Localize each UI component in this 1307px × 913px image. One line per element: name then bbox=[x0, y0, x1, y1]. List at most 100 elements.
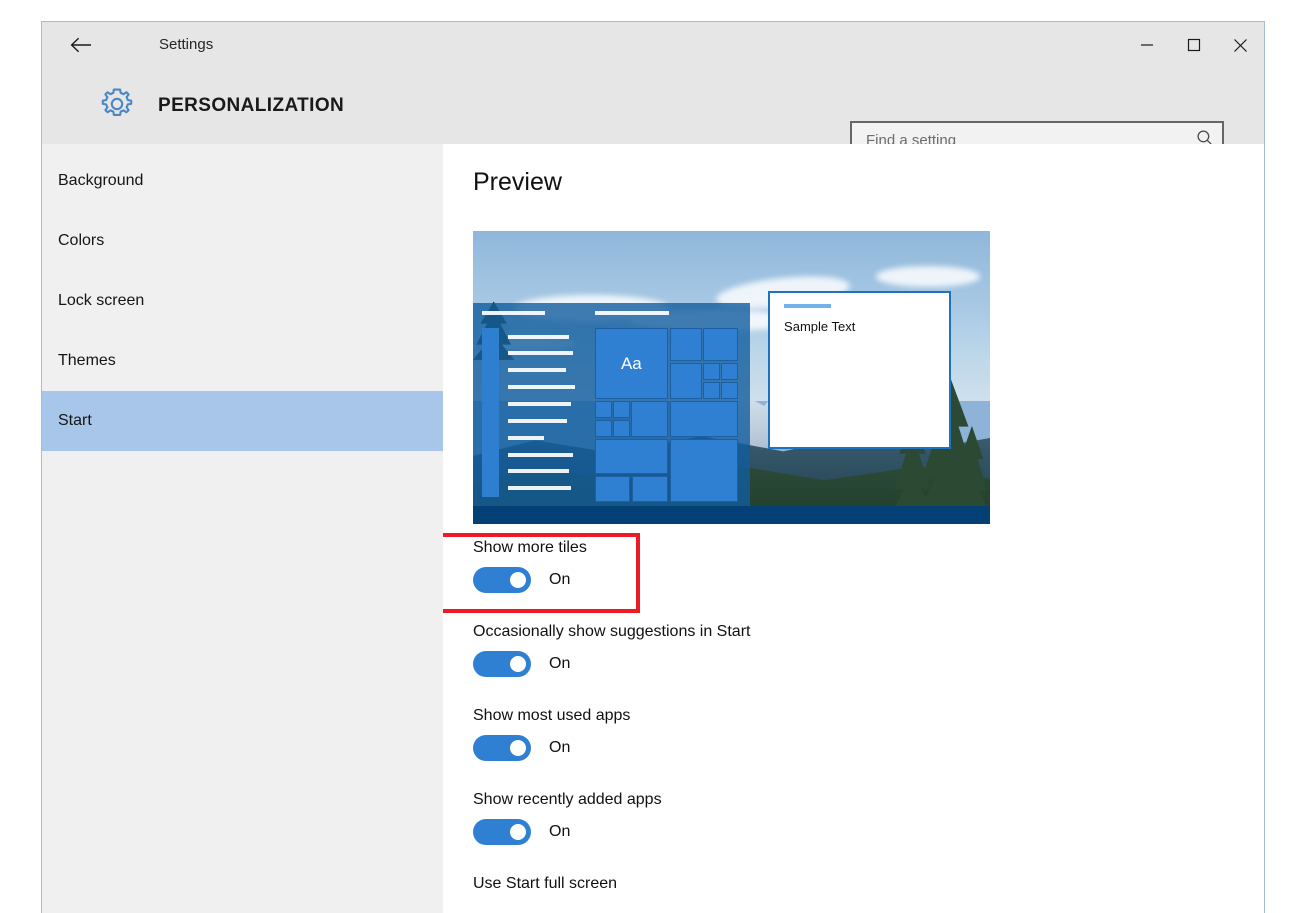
sidebar-item-label: Start bbox=[58, 412, 92, 429]
start-preview-image: Aa Sample Text bbox=[473, 231, 990, 524]
maximize-button[interactable] bbox=[1170, 22, 1217, 68]
back-button[interactable] bbox=[58, 22, 104, 68]
app-list-item bbox=[481, 446, 587, 464]
window-body: Background Colors Lock screen Themes Sta… bbox=[42, 144, 1264, 913]
preview-heading: Preview bbox=[473, 168, 562, 196]
start-tile-small bbox=[721, 381, 738, 399]
maximize-icon bbox=[1187, 38, 1201, 52]
sidebar-item-label: Background bbox=[58, 172, 144, 189]
app-list-item bbox=[481, 412, 587, 430]
toggle-occasionally-show-suggestions[interactable] bbox=[473, 651, 531, 677]
start-tile-large: Aa bbox=[594, 328, 669, 399]
cloud-shape bbox=[876, 266, 980, 287]
toggle-row: On bbox=[473, 819, 1013, 845]
title-bar: Settings bbox=[42, 22, 1264, 68]
sidebar-item-start[interactable]: Start bbox=[42, 391, 443, 451]
app-icon-placeholder bbox=[481, 462, 499, 480]
gear-icon bbox=[98, 85, 136, 123]
start-tile-small bbox=[612, 420, 630, 438]
accent-bar bbox=[784, 303, 831, 309]
sidebar-item-label: Lock screen bbox=[58, 292, 145, 309]
app-icon-placeholder bbox=[481, 328, 499, 346]
app-title: Settings bbox=[159, 36, 214, 53]
app-label-placeholder bbox=[507, 469, 569, 474]
back-arrow-icon bbox=[70, 37, 92, 53]
app-icon-placeholder bbox=[481, 429, 499, 447]
setting-label: Occasionally show suggestions in Start bbox=[473, 623, 751, 640]
setting-show-most-used-apps: Show most used apps On bbox=[473, 707, 1013, 761]
app-list-item bbox=[481, 378, 587, 396]
setting-occasionally-show-suggestions: Occasionally show suggestions in Start O… bbox=[473, 623, 1013, 677]
app-list-item bbox=[481, 479, 587, 497]
start-tile-medium bbox=[594, 475, 630, 503]
setting-label: Show most used apps bbox=[473, 707, 631, 724]
settings-window: Settings PERSONALIZATION Find a setting … bbox=[41, 21, 1265, 913]
sidebar-item-colors[interactable]: Colors bbox=[42, 211, 443, 271]
toggle-row: On bbox=[473, 651, 1013, 677]
start-tile-grid: Aa bbox=[594, 310, 739, 503]
start-menu-mock: Aa bbox=[473, 302, 750, 507]
app-list-item bbox=[481, 429, 587, 447]
app-list-item bbox=[481, 344, 587, 362]
app-label-placeholder bbox=[507, 368, 566, 373]
sidebar-item-lock-screen[interactable]: Lock screen bbox=[42, 271, 443, 331]
app-icon-placeholder bbox=[481, 378, 499, 396]
app-label-placeholder bbox=[507, 418, 567, 423]
app-label-placeholder bbox=[507, 435, 544, 440]
setting-label: Show recently added apps bbox=[473, 791, 662, 808]
start-tile-medium bbox=[670, 328, 702, 361]
app-icon-placeholder bbox=[481, 395, 499, 413]
toggle-state-label: On bbox=[549, 571, 571, 588]
app-list-header-line bbox=[481, 310, 545, 315]
sidebar-item-label: Colors bbox=[58, 232, 105, 249]
app-list-item bbox=[481, 462, 587, 480]
app-icon-placeholder bbox=[481, 344, 499, 362]
sidebar-item-background[interactable]: Background bbox=[42, 151, 443, 211]
toggle-state-label: On bbox=[549, 739, 571, 756]
window-controls bbox=[1123, 22, 1264, 68]
start-tile-small bbox=[594, 400, 612, 419]
app-label-placeholder bbox=[507, 402, 571, 406]
toggle-show-more-tiles[interactable] bbox=[473, 567, 531, 593]
sample-window-mock: Sample Text bbox=[767, 291, 952, 450]
sidebar-item-label: Themes bbox=[58, 352, 116, 369]
page-title: PERSONALIZATION bbox=[158, 95, 345, 116]
sample-window-text: Sample Text bbox=[784, 319, 856, 335]
minimize-button[interactable] bbox=[1123, 22, 1170, 68]
start-tile-wide bbox=[670, 400, 738, 438]
toggle-row: On bbox=[473, 735, 1013, 761]
app-icon-placeholder bbox=[481, 446, 499, 464]
toggle-show-most-used-apps[interactable] bbox=[473, 735, 531, 761]
app-icon-placeholder bbox=[481, 479, 499, 497]
content-pane: Preview Aa Sample Text Show more tiles O… bbox=[443, 144, 1264, 913]
toggle-knob bbox=[510, 656, 526, 672]
close-icon bbox=[1233, 38, 1248, 53]
start-tile-medium bbox=[670, 362, 702, 399]
start-tile-small bbox=[703, 362, 720, 380]
tile-group-header-line bbox=[594, 310, 670, 315]
setting-use-start-full-screen: Use Start full screen bbox=[473, 875, 1013, 893]
start-tile-small bbox=[721, 362, 738, 380]
start-tile-medium bbox=[703, 328, 738, 361]
sidebar-nav: Background Colors Lock screen Themes Sta… bbox=[42, 144, 443, 913]
close-button[interactable] bbox=[1217, 22, 1264, 68]
toggle-row: On bbox=[473, 567, 1013, 593]
start-tile-medium bbox=[632, 475, 669, 503]
setting-show-recently-added-apps: Show recently added apps On bbox=[473, 791, 1013, 845]
toggle-knob bbox=[510, 824, 526, 840]
sidebar-item-themes[interactable]: Themes bbox=[42, 331, 443, 391]
taskbar-strip bbox=[473, 506, 990, 524]
start-tile-large bbox=[670, 439, 738, 503]
start-tile-medium bbox=[630, 400, 669, 438]
setting-label: Show more tiles bbox=[473, 539, 587, 556]
start-app-list bbox=[481, 310, 587, 498]
start-tile-small bbox=[594, 420, 612, 438]
start-settings-list: Show more tiles On Occasionally show sug… bbox=[473, 539, 1013, 913]
toggle-show-recently-added-apps[interactable] bbox=[473, 819, 531, 845]
page-header: PERSONALIZATION bbox=[42, 68, 1264, 159]
app-label-placeholder bbox=[507, 351, 573, 356]
start-tile-small bbox=[612, 400, 630, 419]
app-list-item bbox=[481, 328, 587, 346]
toggle-state-label: On bbox=[549, 823, 571, 840]
toggle-knob bbox=[510, 740, 526, 756]
